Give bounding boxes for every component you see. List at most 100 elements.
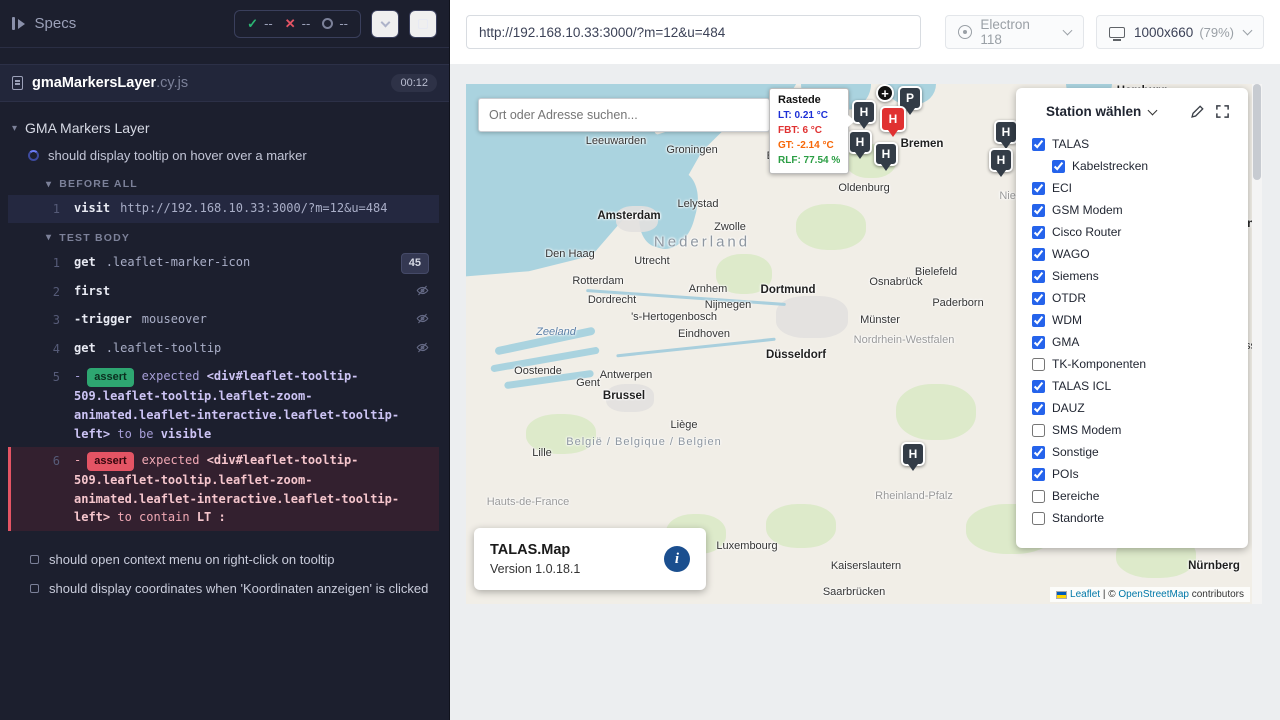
- url-input[interactable]: [466, 15, 921, 49]
- station-checkbox[interactable]: [1032, 270, 1045, 283]
- info-icon[interactable]: i: [664, 546, 690, 572]
- specs-title[interactable]: Specs: [35, 15, 77, 32]
- station-marker[interactable]: H: [880, 106, 906, 132]
- station-marker[interactable]: H: [994, 120, 1018, 144]
- suite-title: GMA Markers Layer: [25, 120, 149, 136]
- pending-test-row[interactable]: should open context menu on right-click …: [8, 545, 439, 574]
- browser-selector[interactable]: Electron 118: [945, 15, 1084, 49]
- station-checkbox[interactable]: [1032, 138, 1045, 151]
- station-item[interactable]: Standorte: [1032, 507, 1232, 529]
- spec-extension: .cy.js: [156, 75, 188, 91]
- station-item[interactable]: Siemens: [1032, 265, 1232, 287]
- command-number: 1: [42, 199, 60, 219]
- station-checkbox[interactable]: [1032, 446, 1045, 459]
- station-item[interactable]: TALAS ICL: [1032, 375, 1232, 397]
- command-body: -assertexpected <div#leaflet-tooltip-509…: [74, 367, 429, 443]
- leaflet-map[interactable]: LeeuwardenGroningenEmdenOldenburgBremenH…: [466, 84, 1252, 604]
- active-test-row[interactable]: should display tooltip on hover over a m…: [8, 143, 439, 169]
- map-label: Nederland: [654, 234, 750, 251]
- station-checkbox[interactable]: [1032, 424, 1045, 437]
- station-item[interactable]: Sonstige: [1032, 441, 1232, 463]
- collapse-button[interactable]: [371, 10, 399, 38]
- command-row[interactable]: 1visithttp://192.168.10.33:3000/?m=12&u=…: [8, 195, 439, 223]
- stat-passed: ✓--: [247, 16, 273, 32]
- station-item[interactable]: WAGO: [1032, 243, 1232, 265]
- station-checkbox[interactable]: [1032, 358, 1045, 371]
- ruhr-urban-area: [776, 296, 848, 338]
- station-item[interactable]: SMS Modem: [1032, 419, 1232, 441]
- leaflet-link[interactable]: Leaflet: [1070, 589, 1100, 600]
- station-item[interactable]: POIs: [1032, 463, 1232, 485]
- chevron-down-icon[interactable]: [1148, 105, 1158, 115]
- command-row[interactable]: 3-triggermouseover: [8, 306, 439, 335]
- edit-button[interactable]: [1188, 102, 1207, 121]
- station-checkbox[interactable]: [1032, 226, 1045, 239]
- station-marker[interactable]: H: [901, 442, 925, 466]
- station-checkbox[interactable]: [1032, 512, 1045, 525]
- map-label: Nijmegen: [705, 299, 751, 311]
- suite-row[interactable]: ▾ GMA Markers Layer: [8, 112, 439, 143]
- test-body-header[interactable]: ▾ TEST BODY: [8, 223, 439, 249]
- spec-file-row[interactable]: gmaMarkersLayer.cy.js 00:12: [0, 64, 449, 102]
- specs-list-toggle-icon[interactable]: [12, 17, 25, 30]
- station-checkbox[interactable]: [1032, 182, 1045, 195]
- command-count-badge: 45: [401, 253, 429, 274]
- expand-button[interactable]: [1213, 102, 1232, 121]
- eye-slash-icon: [416, 339, 429, 360]
- station-item[interactable]: Bereiche: [1032, 485, 1232, 507]
- station-marker[interactable]: H: [989, 148, 1013, 172]
- station-checkbox[interactable]: [1032, 204, 1045, 217]
- station-item[interactable]: OTDR: [1032, 287, 1232, 309]
- before-all-commands: 1visithttp://192.168.10.33:3000/?m=12&u=…: [8, 195, 439, 223]
- aut-scrollbar[interactable]: [1252, 84, 1262, 604]
- command-row[interactable]: 4get.leaflet-tooltip: [8, 335, 439, 364]
- osm-link[interactable]: OpenStreetMap: [1118, 589, 1189, 600]
- pending-test-icon: [30, 555, 39, 564]
- command-row[interactable]: 2first: [8, 278, 439, 307]
- station-item[interactable]: ECI: [1032, 177, 1232, 199]
- eye-slash-icon: [416, 310, 429, 331]
- zoom-plus-control[interactable]: +: [876, 84, 894, 102]
- station-item[interactable]: GMA: [1032, 331, 1232, 353]
- station-item[interactable]: DAUZ: [1032, 397, 1232, 419]
- station-checkbox[interactable]: [1032, 402, 1045, 415]
- pending-test-row[interactable]: should display coordinates when 'Koordin…: [8, 574, 439, 603]
- station-item[interactable]: TALAS: [1032, 133, 1232, 155]
- station-checkbox[interactable]: [1032, 292, 1045, 305]
- pending-test-title: should open context menu on right-click …: [49, 552, 334, 567]
- stat-pending: --: [322, 16, 348, 31]
- command-number: 5: [42, 367, 60, 387]
- command-body: get.leaflet-marker-icon: [74, 253, 401, 272]
- station-checkbox[interactable]: [1032, 248, 1045, 261]
- command-row[interactable]: 5 -assertexpected <div#leaflet-tooltip-50…: [8, 363, 439, 447]
- stop-button[interactable]: [409, 10, 437, 38]
- station-item[interactable]: TK-Komponenten: [1032, 353, 1232, 375]
- station-marker[interactable]: H: [874, 142, 898, 166]
- marker-pointer: [996, 170, 1006, 177]
- cypress-reporter: Specs ✓-- ✕-- -- gmaMarkersLayer.cy.js 0…: [0, 0, 450, 720]
- scrollbar-thumb[interactable]: [1253, 84, 1261, 180]
- panel-title[interactable]: Station wählen: [1046, 104, 1141, 119]
- chevron-down-icon: ▾: [46, 179, 52, 190]
- station-marker[interactable]: H: [852, 100, 876, 124]
- station-marker[interactable]: H: [848, 130, 872, 154]
- command-row[interactable]: 6-assertexpected <div#leaflet-tooltip-50…: [8, 447, 439, 531]
- station-checkbox[interactable]: [1052, 160, 1065, 173]
- station-checkbox[interactable]: [1032, 314, 1045, 327]
- command-row[interactable]: 1get.leaflet-marker-icon45: [8, 249, 439, 278]
- station-checkbox[interactable]: [1032, 490, 1045, 503]
- pending-circle-icon: [322, 18, 333, 29]
- station-checkbox[interactable]: [1032, 380, 1045, 393]
- station-item[interactable]: Kabelstrecken: [1032, 155, 1232, 177]
- station-item[interactable]: WDM: [1032, 309, 1232, 331]
- search-input[interactable]: [489, 108, 759, 122]
- station-checkbox[interactable]: [1032, 468, 1045, 481]
- viewport-selector[interactable]: 1000x660 (79%): [1096, 15, 1264, 49]
- viewport-size: 1000x660: [1134, 25, 1193, 40]
- station-item[interactable]: Cisco Router: [1032, 221, 1232, 243]
- station-item[interactable]: GSM Modem: [1032, 199, 1232, 221]
- marker-tooltip[interactable]: Rastede LT: 0.21 °CFBT: 6 °CGT: -2.14 °C…: [769, 88, 849, 174]
- station-checkbox[interactable]: [1032, 336, 1045, 349]
- before-all-header[interactable]: ▾ BEFORE ALL: [8, 169, 439, 195]
- maas-river: [616, 338, 775, 358]
